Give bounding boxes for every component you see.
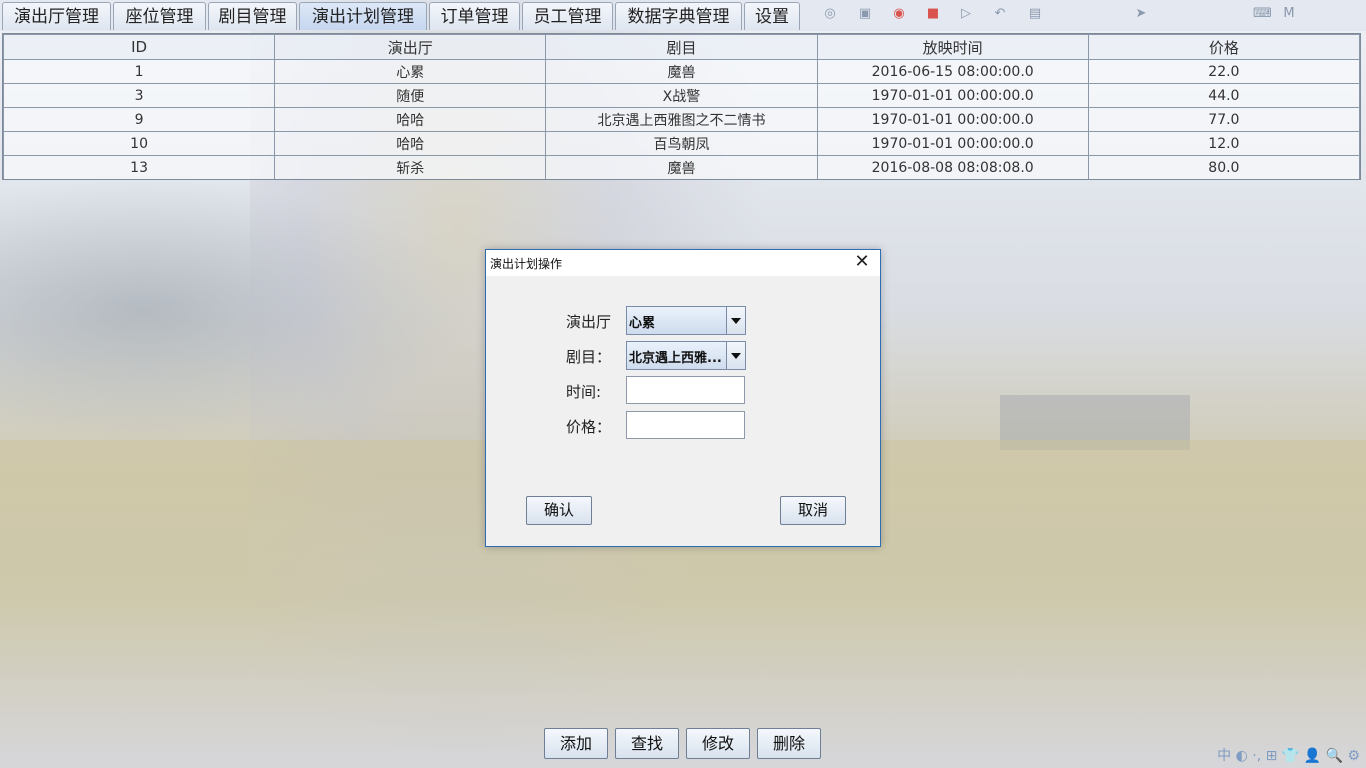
cell-id[interactable]: 3 [3,83,276,108]
keyboard-icon[interactable]: ⌨ [1253,6,1272,22]
play-select[interactable]: 北京遇上西雅... [626,341,746,370]
cell-play[interactable]: 魔兽 [545,59,818,84]
steam-icon[interactable]: ◎ [822,6,838,22]
table-row[interactable]: 9 哈哈 北京遇上西雅图之不二情书 1970-01-01 00:00:00.0 … [3,107,1360,132]
close-icon[interactable]: ✕ [852,252,872,272]
hall-label: 演出厅 [566,313,612,331]
chevron-down-icon[interactable] [726,342,745,369]
cell-hall[interactable]: 哈哈 [274,107,547,132]
send-icon[interactable]: ➤ [1133,6,1149,22]
schedule-operation-dialog: 演出计划操作 ✕ 演出厅 心累 剧目： 北京遇上西雅... 时间: 价格： 确认… [485,249,881,547]
hall-select[interactable]: 心累 [626,306,746,335]
tab-schedule-management[interactable]: 演出计划管理 [299,2,427,30]
cell-play[interactable]: 北京遇上西雅图之不二情书 [545,107,818,132]
cell-price[interactable]: 44.0 [1087,83,1360,108]
table-row[interactable]: 1 心累 魔兽 2016-06-15 08:00:00.0 22.0 [3,59,1360,84]
add-button[interactable]: 添加 [544,728,608,759]
tab-hall-management[interactable]: 演出厅管理 [2,2,111,30]
tab-order-management[interactable]: 订单管理 [429,2,520,30]
m-icon[interactable]: M [1281,6,1297,22]
modify-button[interactable]: 修改 [686,728,750,759]
cell-price[interactable]: 22.0 [1087,59,1360,84]
background-trees [0,180,480,440]
cancel-button[interactable]: 取消 [780,496,846,525]
cell-id[interactable]: 9 [3,107,276,132]
back-arrow-icon[interactable]: ↶ [992,6,1008,22]
cell-hall[interactable]: 哈哈 [274,131,547,156]
dialog-titlebar[interactable]: 演出计划操作 ✕ [486,250,880,276]
table-header-row: ID 演出厅 剧目 放映时间 价格 [3,34,1360,60]
cell-time[interactable]: 2016-06-15 08:00:00.0 [816,59,1089,84]
cell-id[interactable]: 10 [3,131,276,156]
cell-price[interactable]: 80.0 [1087,155,1360,179]
cell-play[interactable]: 魔兽 [545,155,818,179]
confirm-button[interactable]: 确认 [526,496,592,525]
cell-time[interactable]: 1970-01-01 00:00:00.0 [816,107,1089,132]
cell-hall[interactable]: 随便 [274,83,547,108]
mail-icon[interactable]: ■ [925,6,941,22]
tab-dictionary-management[interactable]: 数据字典管理 [615,2,742,30]
time-label: 时间: [566,383,602,401]
cell-play[interactable]: X战警 [545,83,818,108]
tab-play-management[interactable]: 剧目管理 [208,2,297,30]
netease-icon[interactable]: ◉ [891,6,907,22]
cell-hall[interactable]: 心累 [274,59,547,84]
price-input[interactable] [626,411,745,439]
ime-toolbar[interactable]: 中 ◐ ·, ⊞ 👕 👤 🔍 ⚙ [1166,744,1366,768]
play-select-value: 北京遇上西雅... [629,351,722,366]
chevron-down-icon[interactable] [726,307,745,334]
price-label: 价格： [566,418,612,436]
cell-time[interactable]: 1970-01-01 00:00:00.0 [816,83,1089,108]
tab-settings[interactable]: 设置 [744,2,800,30]
time-input[interactable] [626,376,745,404]
background-building [1000,395,1190,450]
cell-hall[interactable]: 斩杀 [274,155,547,179]
column-header-hall[interactable]: 演出厅 [274,34,547,60]
cell-price[interactable]: 12.0 [1087,131,1360,156]
table-row[interactable]: 10 哈哈 百鸟朝凤 1970-01-01 00:00:00.0 12.0 [3,131,1360,156]
find-button[interactable]: 查找 [615,728,679,759]
cell-time[interactable]: 1970-01-01 00:00:00.0 [816,131,1089,156]
column-header-price[interactable]: 价格 [1087,34,1360,60]
cell-price[interactable]: 77.0 [1087,107,1360,132]
tab-seat-management[interactable]: 座位管理 [113,2,206,30]
column-header-time[interactable]: 放映时间 [816,34,1089,60]
photo-icon[interactable]: ▤ [1027,6,1043,22]
tab-employee-management[interactable]: 员工管理 [522,2,613,30]
dialog-title: 演出计划操作 [490,257,563,271]
cell-id[interactable]: 13 [3,155,276,179]
column-header-play[interactable]: 剧目 [545,34,818,60]
cell-play[interactable]: 百鸟朝凤 [545,131,818,156]
cell-time[interactable]: 2016-08-08 08:08:08.0 [816,155,1089,179]
play-icon[interactable]: ▷ [958,6,974,22]
hall-select-value: 心累 [629,316,656,331]
delete-button[interactable]: 删除 [757,728,821,759]
cell-id[interactable]: 1 [3,59,276,84]
table-row[interactable]: 3 随便 X战警 1970-01-01 00:00:00.0 44.0 [3,83,1360,108]
column-header-id[interactable]: ID [3,34,276,60]
schedule-table: ID 演出厅 剧目 放映时间 价格 1 心累 魔兽 2016-06-15 08:… [2,33,1361,180]
table-row[interactable]: 13 斩杀 魔兽 2016-08-08 08:08:08.0 80.0 [3,155,1360,179]
image-icon[interactable]: ▣ [857,6,873,22]
play-label: 剧目： [566,348,612,366]
tab-bar: 演出厅管理 座位管理 剧目管理 演出计划管理 订单管理 员工管理 数据字典管理 … [0,0,1366,31]
